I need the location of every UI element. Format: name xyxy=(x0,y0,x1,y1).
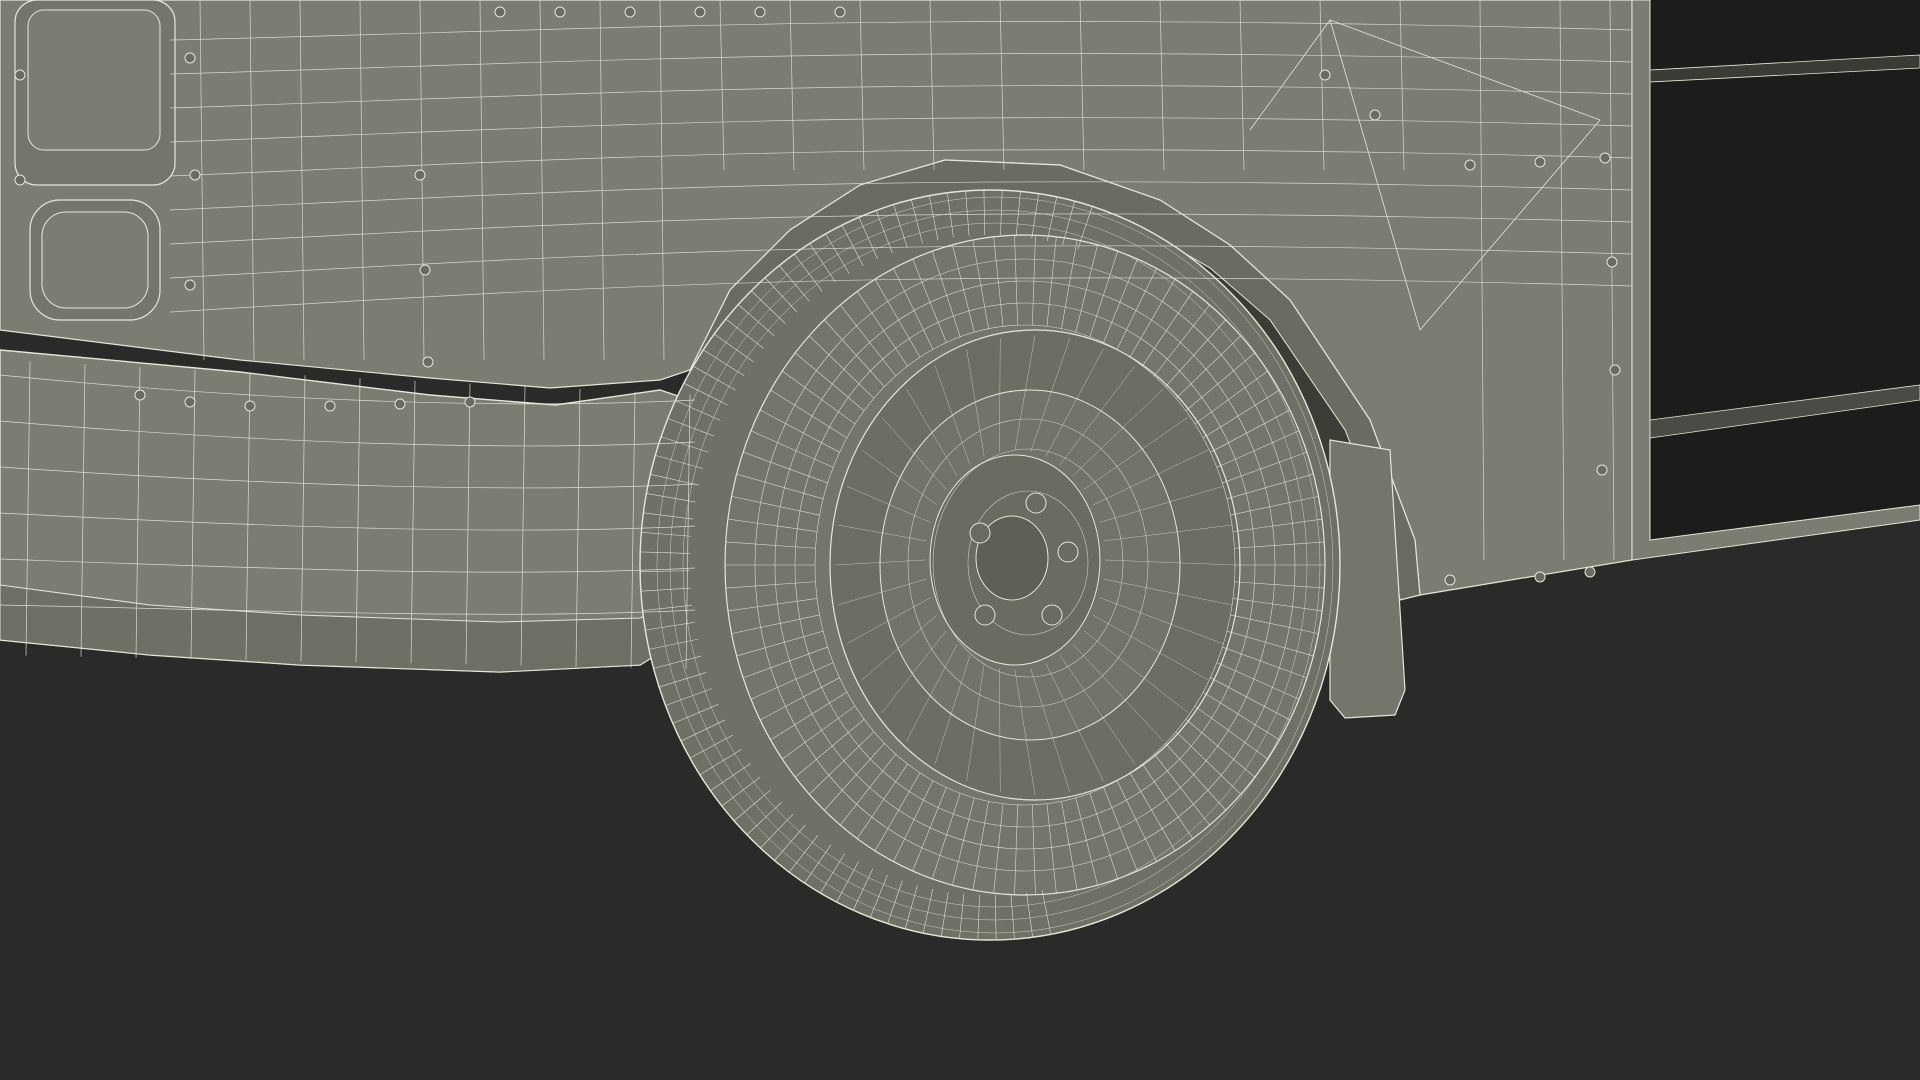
rivet xyxy=(624,6,636,18)
rivet xyxy=(464,396,476,408)
rivet xyxy=(1596,464,1608,476)
rivet xyxy=(834,6,846,18)
rivet xyxy=(1444,574,1456,586)
lug-nut xyxy=(1041,604,1063,626)
rivet xyxy=(184,396,196,408)
rivet xyxy=(414,169,426,181)
rivet xyxy=(134,389,146,401)
rivet xyxy=(14,174,26,186)
rivet xyxy=(494,6,506,18)
rivet xyxy=(1319,69,1331,81)
lug-nut xyxy=(974,604,996,626)
rivet xyxy=(554,6,566,18)
rivet xyxy=(1606,256,1618,268)
rivet xyxy=(694,6,706,18)
rivet xyxy=(244,400,256,412)
rivet xyxy=(14,69,26,81)
wireframe-render xyxy=(0,0,1920,1080)
rivet xyxy=(422,356,434,368)
rivet xyxy=(184,52,196,64)
rivet xyxy=(1609,364,1621,376)
rivet xyxy=(1599,152,1611,164)
rivet xyxy=(394,398,406,410)
lug-nut xyxy=(1025,492,1047,514)
scene-canvas xyxy=(0,0,1920,1080)
rivet xyxy=(419,264,431,276)
rivet xyxy=(1369,109,1381,121)
light-housing-upper-inner xyxy=(27,9,161,151)
rivet xyxy=(754,6,766,18)
rivet xyxy=(1584,566,1596,578)
rivet xyxy=(1534,156,1546,168)
lug-nut xyxy=(969,522,991,544)
lug-nut xyxy=(1057,541,1079,563)
rivet xyxy=(1534,571,1546,583)
light-lens-lower xyxy=(41,211,149,309)
rivet xyxy=(324,400,336,412)
rivet xyxy=(1464,159,1476,171)
rear-compartment xyxy=(1632,0,1920,560)
rivet xyxy=(184,279,196,291)
rivet xyxy=(189,169,201,181)
